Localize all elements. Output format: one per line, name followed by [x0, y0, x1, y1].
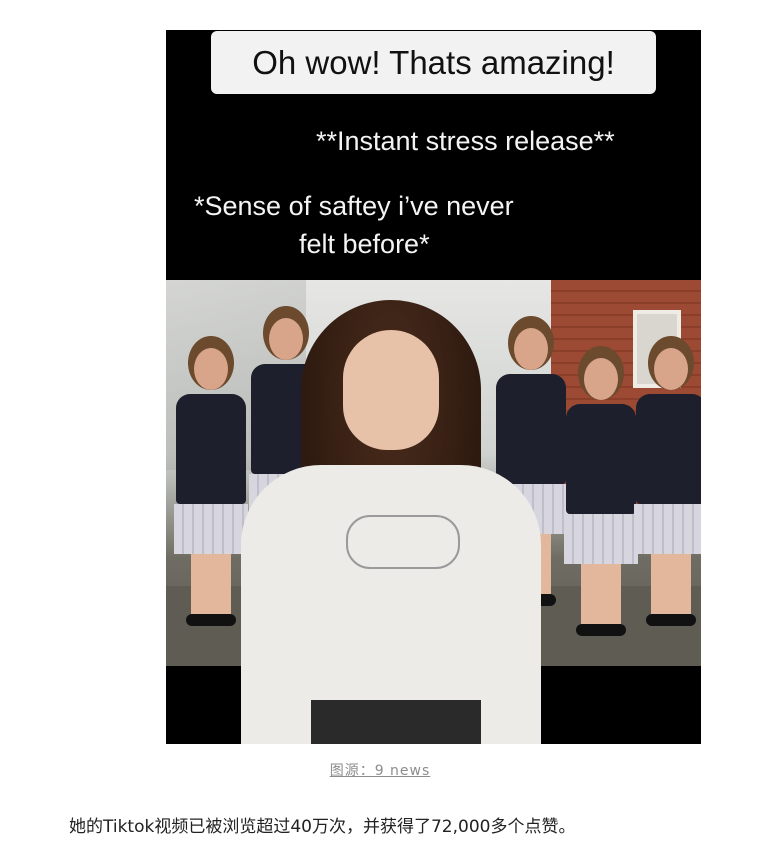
caption-box: Oh wow! Thats amazing! [211, 31, 656, 94]
schoolgirl-figure [174, 348, 248, 626]
schoolgirl-figure [564, 358, 638, 636]
overlay-text-line-1: **Instant stress release** [316, 126, 615, 156]
video-screenshot: Oh wow! Thats amazing! **Instant stress … [166, 30, 701, 744]
overlay-text-line-2: *Sense of saftey i’ve never [194, 191, 514, 221]
article-page: Oh wow! Thats amazing! **Instant stress … [0, 0, 760, 842]
overlay-text-line-3: felt before* [299, 229, 430, 259]
image-source-link[interactable]: 图源：9 news [330, 763, 431, 779]
schoolgirl-figure [634, 348, 701, 626]
image-source-caption: 图源：9 news [0, 760, 760, 780]
sweater-logo [346, 515, 460, 569]
article-paragraph: 她的Tiktok视频已被浏览超过40万次，并获得了72,000多个点赞。 [69, 817, 576, 837]
woman-figure [241, 300, 541, 744]
